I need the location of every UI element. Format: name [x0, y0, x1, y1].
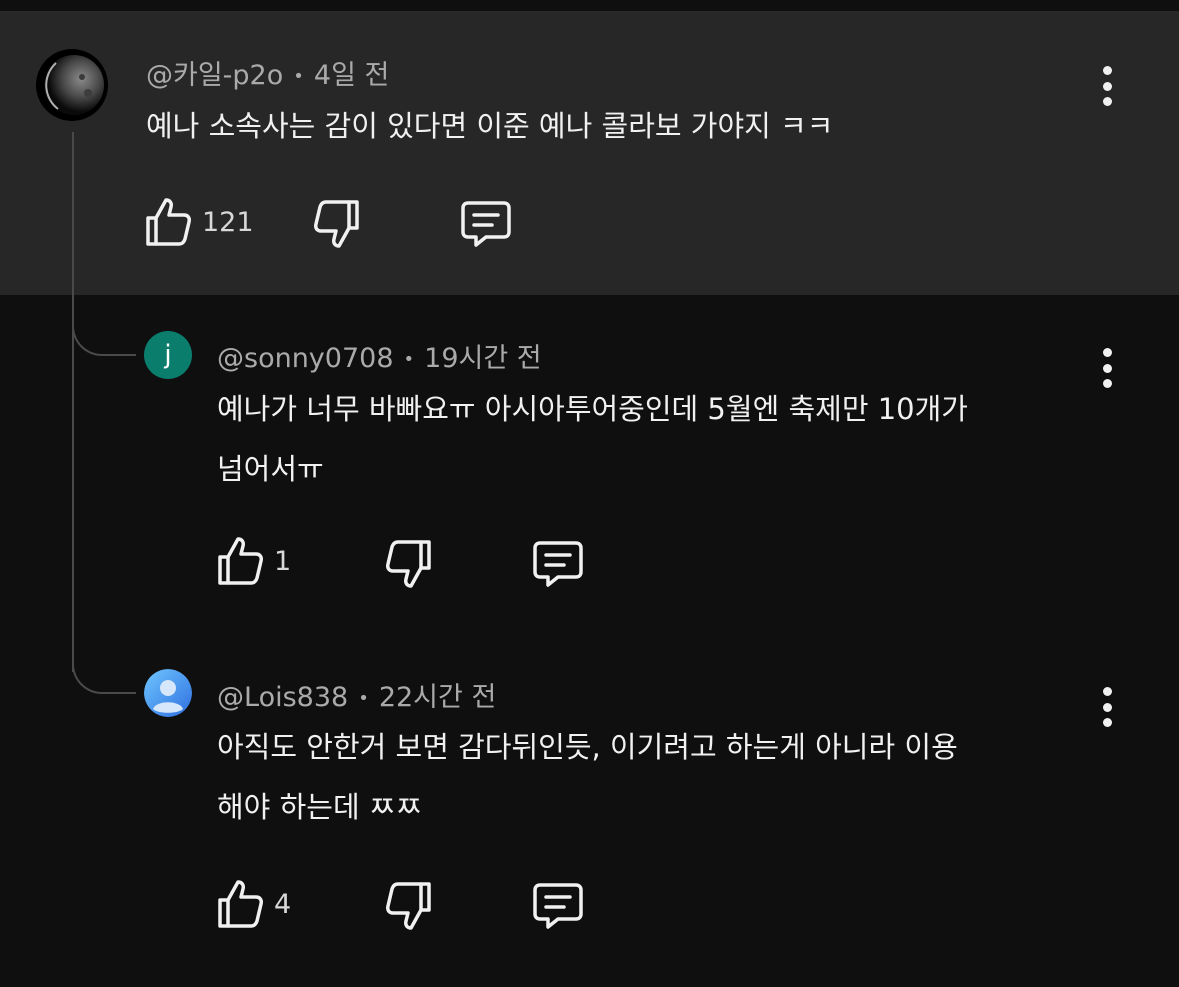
meta-separator: • — [403, 349, 415, 370]
comment-meta: @sonny0708 • 19시간 전 — [217, 336, 542, 375]
avatar[interactable]: j — [144, 331, 192, 379]
avatar-letter: j — [164, 340, 172, 370]
comment-text-line: 예나가 너무 바빠요ㅠ 아시아투어중인데 5월엔 축제만 10개가 — [217, 392, 968, 426]
meta-separator: • — [358, 688, 369, 709]
dislike-icon — [386, 882, 431, 930]
dislike-button[interactable] — [385, 538, 433, 590]
comment-text: 예나가 너무 바빠요ㅠ 아시아투어중인데 5월엔 축제만 10개가 넘어서ㅠ — [217, 379, 968, 499]
like-count: 121 — [202, 206, 254, 238]
comment-text: 예나 소속사는 감이 있다면 이준 예나 콜라보 가야지 ㅋㅋ — [146, 109, 834, 143]
dislike-button[interactable] — [313, 198, 361, 250]
author-handle[interactable]: @Lois838 — [217, 682, 348, 713]
reply-connector — [72, 318, 136, 356]
dislike-icon — [386, 540, 431, 588]
like-count: 4 — [274, 888, 292, 920]
timestamp[interactable]: 22시간 전 — [379, 682, 496, 713]
timestamp[interactable]: 19시간 전 — [424, 343, 541, 374]
comment-meta: @Lois838 • 22시간 전 — [217, 675, 496, 714]
like-button[interactable]: 121 — [144, 196, 254, 248]
dislike-icon — [314, 200, 359, 248]
top-divider — [0, 0, 1179, 12]
like-icon — [146, 198, 191, 246]
like-button[interactable]: 1 — [216, 535, 291, 587]
like-button[interactable]: 4 — [216, 878, 291, 930]
timestamp[interactable]: 4일 전 — [314, 60, 389, 91]
reply-connector — [72, 656, 136, 694]
comment-text-line: 아직도 안한거 보면 감다뒤인듯, 이기려고 하는게 아니라 이용 — [217, 730, 958, 764]
reply-button[interactable] — [460, 200, 512, 248]
like-icon — [218, 880, 263, 928]
reply-button[interactable] — [532, 540, 584, 588]
comment-text: 아직도 안한거 보면 감다뒤인듯, 이기려고 하는게 아니라 이용 해야 하는데… — [217, 717, 958, 837]
more-options-icon[interactable] — [1095, 687, 1119, 727]
reply-icon — [533, 541, 583, 587]
more-options-icon[interactable] — [1095, 348, 1119, 388]
thread-line — [72, 132, 74, 672]
default-person-icon — [144, 669, 192, 717]
author-handle[interactable]: @sonny0708 — [217, 343, 394, 374]
comment-text-line: 넘어서ㅠ — [217, 452, 324, 486]
avatar[interactable] — [36, 49, 108, 121]
reply-button[interactable] — [532, 882, 584, 930]
comment-meta: @카일-p2o • 4일 전 — [146, 53, 389, 92]
like-icon — [218, 537, 263, 585]
dislike-button[interactable] — [385, 880, 433, 932]
reply-icon — [533, 883, 583, 929]
reply-icon — [461, 201, 511, 247]
author-handle[interactable]: @카일-p2o — [146, 60, 283, 91]
moon-avatar-icon — [36, 49, 108, 121]
like-count: 1 — [274, 545, 292, 577]
more-options-icon[interactable] — [1095, 66, 1119, 106]
avatar[interactable] — [144, 669, 192, 717]
meta-separator: • — [293, 66, 304, 87]
comment-text-line: 해야 하는데 ㅉㅉ — [217, 790, 423, 824]
